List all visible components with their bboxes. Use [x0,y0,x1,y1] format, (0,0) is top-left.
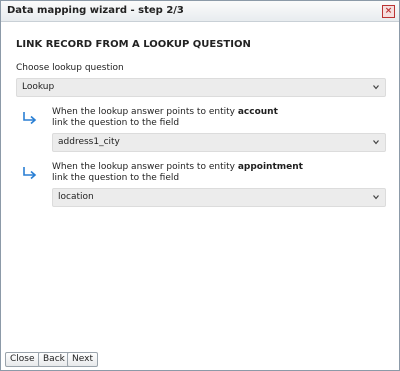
close-button[interactable]: Close [5,352,40,367]
section-heading: LINK RECORD FROM A LOOKUP QUESTION [16,39,251,50]
next-button[interactable]: Next [67,352,98,367]
return-arrow-icon [23,167,37,180]
chevron-down-icon [373,140,379,145]
back-button[interactable]: Back [38,352,70,367]
lookup-question-value: Lookup [22,82,55,92]
wizard-window: Data mapping wizard - step 2/3 × LINK RE… [0,0,400,371]
close-icon[interactable]: × [382,5,395,18]
entity-name-appointment: appointment [237,162,303,172]
mapping-line2: link the question to the field [52,173,180,183]
appointment-field-select[interactable]: location [52,188,386,207]
mapping-description-account: When the lookup answer points to entity … [52,107,278,129]
mapping-line1-prefix: When the lookup answer points to entity [52,107,238,117]
entity-name-account: account [237,107,278,117]
chevron-down-icon [373,195,379,200]
appointment-field-value: location [58,192,94,202]
account-field-value: address1_city [58,137,120,147]
chevron-down-icon [373,85,379,90]
account-field-select[interactable]: address1_city [52,133,386,152]
return-arrow-icon [23,112,37,125]
mapping-line1-prefix: When the lookup answer points to entity [52,162,238,172]
choose-lookup-label: Choose lookup question [16,63,124,73]
lookup-question-select[interactable]: Lookup [16,78,386,97]
mapping-line2: link the question to the field [52,118,180,128]
titlebar: Data mapping wizard - step 2/3 × [1,1,399,22]
mapping-description-appointment: When the lookup answer points to entity … [52,162,303,184]
window-title: Data mapping wizard - step 2/3 [7,5,184,16]
